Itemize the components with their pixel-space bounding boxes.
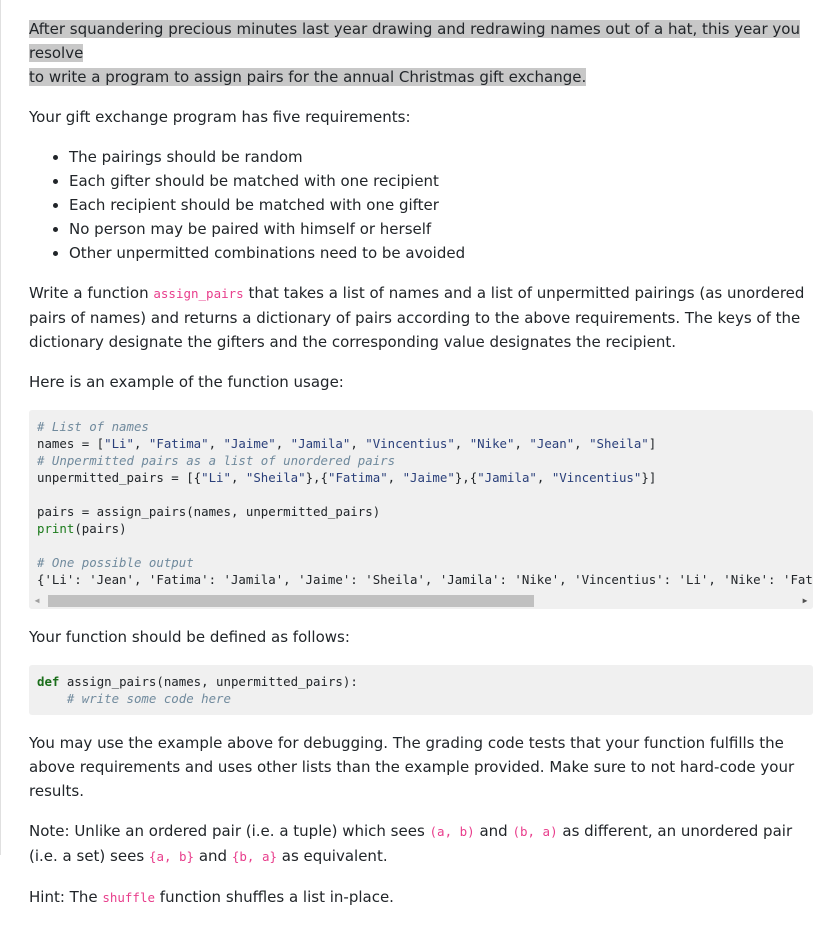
hint-text: function shuffles a list in-place. (155, 888, 394, 906)
code-comment: # write some code here (37, 691, 231, 706)
intro-line-2: to write a program to assign pairs for t… (29, 68, 587, 86)
code-comment: # One possible output (37, 555, 194, 570)
requirement-item: Each recipient should be matched with on… (69, 193, 813, 217)
names-line: names = ["Li", "Fatima", "Jaime", "Jamil… (37, 436, 657, 451)
print-line: print(pairs) (37, 521, 127, 536)
note-text: and (474, 822, 513, 840)
code-text: names = [ (37, 436, 105, 451)
example-heading: Here is an example of the function usage… (29, 373, 344, 391)
inline-code: {b, a} (231, 849, 277, 864)
string-literal: "Jean" (529, 436, 575, 451)
code-signature: assign_pairs(names, unpermitted_pairs): (59, 674, 358, 689)
scrollbar-thumb[interactable] (48, 595, 534, 607)
requirements-heading: Your gift exchange program has five requ… (29, 108, 411, 126)
debug-note: You may use the example above for debugg… (29, 734, 795, 800)
note-paragraph: Note: Unlike an ordered pair (i.e. a tup… (29, 819, 813, 869)
inline-code-func-name: assign_pairs (153, 286, 244, 301)
hint-paragraph: Hint: The shuffle function shuffles a li… (29, 885, 813, 910)
task-paragraph: Write a function assign_pairs that takes… (29, 281, 813, 354)
unpermitted-list: {"Li", "Sheila"},{"Fatima", "Jaime"},{"J… (193, 470, 649, 485)
inline-code: {a, b} (148, 849, 195, 864)
scroll-right-arrow-icon[interactable]: ▶ (797, 592, 813, 609)
inline-code-shuffle: shuffle (102, 890, 156, 905)
string-literal: "Jamila" (290, 436, 351, 451)
code-comment: # List of names (37, 419, 149, 434)
string-literal: "Vincentius" (365, 436, 455, 451)
horizontal-scrollbar[interactable]: ◀ ▶ (29, 592, 813, 609)
inline-code: (b, a) (512, 824, 558, 839)
define-heading: Your function should be defined as follo… (29, 628, 350, 646)
string-literal: "Jamila" (477, 470, 537, 485)
code-text: (pairs) (74, 521, 127, 536)
cell-content: After squandering precious minutes last … (29, 17, 813, 926)
string-literal: "Li" (201, 470, 231, 485)
string-literal: "Sheila" (589, 436, 649, 451)
names-list: "Li", "Fatima", "Jaime", "Jamila", "Vinc… (104, 436, 649, 451)
string-literal: "Jaime" (402, 470, 455, 485)
requirement-item: The pairings should be random (69, 145, 813, 169)
requirement-item: No person may be paired with himself or … (69, 217, 813, 241)
example-code-block: # List of names names = ["Li", "Fatima",… (29, 410, 813, 609)
requirement-item: Other unpermitted combinations need to b… (69, 241, 813, 265)
inline-code: (a, b) (429, 824, 475, 839)
string-literal: "Sheila" (245, 470, 306, 485)
definition-code-block: def assign_pairs(names, unpermitted_pair… (29, 665, 813, 715)
string-literal: "Fatima" (327, 470, 388, 485)
markdown-cell: After squandering precious minutes last … (0, 0, 822, 906)
requirements-list: The pairings should be random Each gifte… (29, 145, 813, 265)
builtin-print: print (37, 521, 75, 536)
note-text: and (194, 847, 232, 865)
string-literal: "Li" (104, 436, 134, 451)
scroll-left-arrow-icon[interactable]: ◀ (29, 592, 45, 609)
keyword-def: def (37, 674, 60, 689)
note-text: Note: Unlike an ordered pair (i.e. a tup… (29, 822, 430, 840)
string-literal: "Jaime" (223, 436, 276, 451)
note-text: as equivalent. (277, 847, 388, 865)
code-comment: # Unpermitted pairs as a list of unorder… (37, 453, 396, 468)
requirement-item: Each gifter should be matched with one r… (69, 169, 813, 193)
call-line: pairs = assign_pairs(names, unpermitted_… (37, 504, 381, 519)
string-literal: "Fatima" (148, 436, 209, 451)
intro-line-1: After squandering precious minutes last … (29, 20, 800, 62)
output-line: {'Li': 'Jean', 'Fatima': 'Jamila', 'Jaim… (37, 572, 813, 587)
string-literal: "Vincentius" (551, 470, 642, 485)
task-prefix: Write a function (29, 284, 154, 302)
code-text: unpermitted_pairs = [ (37, 470, 194, 485)
hint-text: Hint: The (29, 888, 103, 906)
unpermitted-line: unpermitted_pairs = [{"Li", "Sheila"},{"… (37, 470, 657, 485)
intro-paragraph: After squandering precious minutes last … (29, 17, 813, 89)
string-literal: "Nike" (469, 436, 515, 451)
